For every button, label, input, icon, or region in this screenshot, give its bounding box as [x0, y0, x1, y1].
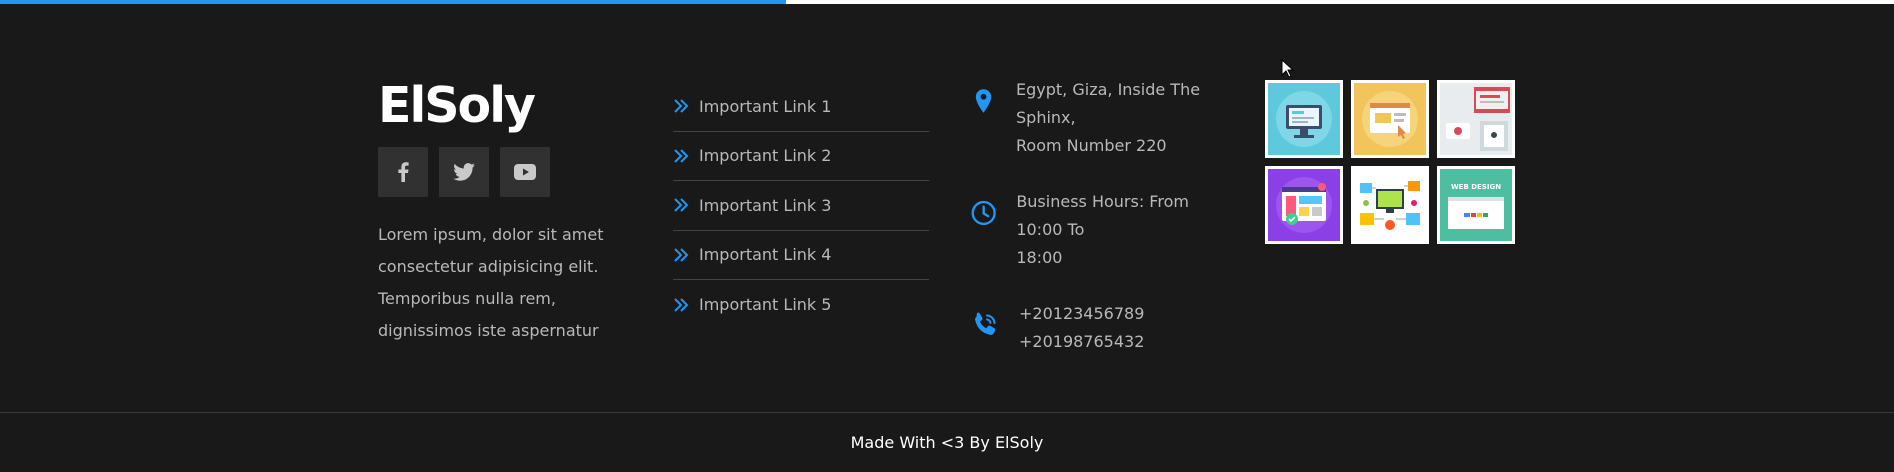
footer-link-label: Important Link 5	[699, 295, 832, 315]
youtube-link[interactable]	[500, 147, 550, 197]
clock-icon	[971, 200, 996, 226]
phone-number-1[interactable]: +20123456789	[1019, 300, 1144, 328]
gallery-image-web-ui[interactable]	[1265, 166, 1343, 244]
footer-link-4[interactable]: Important Link 4	[673, 231, 929, 280]
twitter-icon	[453, 163, 475, 181]
double-chevron-right-icon	[674, 248, 689, 262]
copyright-text: Made With <3 By ElSoly	[850, 433, 1044, 452]
contact-phones: +20123456789 +20198765432	[970, 300, 1240, 356]
gallery-image-web-design[interactable]: WEB DESIGN	[1437, 166, 1515, 244]
footer-link-label: Important Link 4	[699, 245, 832, 265]
double-chevron-right-icon	[674, 99, 689, 113]
svg-text:WEB DESIGN: WEB DESIGN	[1451, 183, 1501, 191]
footer-link-1[interactable]: Important Link 1	[673, 82, 929, 132]
hours-line-2: 18:00	[1016, 248, 1063, 267]
twitter-link[interactable]	[439, 147, 489, 197]
contact-address: Egypt, Giza, Inside The Sphinx, Room Num…	[970, 76, 1240, 160]
footer-bottom-bar: Made With <3 By ElSoly	[0, 412, 1894, 472]
mouse-cursor-icon	[1281, 59, 1295, 78]
footer-link-label: Important Link 2	[699, 146, 832, 166]
address-line-2: Room Number 220	[1016, 136, 1167, 155]
facebook-icon	[398, 162, 409, 182]
double-chevron-right-icon	[674, 298, 689, 312]
address-line-1: Egypt, Giza, Inside The Sphinx,	[1016, 80, 1201, 127]
hours-line-1: Business Hours: From 10:00 To	[1016, 192, 1189, 239]
phone-icon	[975, 312, 996, 335]
footer-link-5[interactable]: Important Link 5	[673, 280, 929, 330]
social-links	[378, 147, 628, 197]
footer-link-label: Important Link 3	[699, 195, 832, 215]
site-footer: ElSoly Lorem ipsum, dolor sit amet conse…	[0, 4, 1894, 412]
footer-links-column: Important Link 1 Important Link 2 Import…	[673, 82, 929, 330]
double-chevron-right-icon	[674, 149, 689, 163]
location-pin-icon	[975, 89, 992, 113]
footer-link-2[interactable]: Important Link 2	[673, 132, 929, 181]
gallery-image-devices[interactable]	[1351, 166, 1429, 244]
youtube-icon	[514, 164, 536, 180]
contact-hours: Business Hours: From 10:00 To 18:00	[970, 188, 1240, 272]
gallery-image-browser-window[interactable]	[1351, 80, 1429, 158]
footer-about-text: Lorem ipsum, dolor sit amet consectetur …	[378, 225, 604, 340]
footer-link-3[interactable]: Important Link 3	[673, 181, 929, 231]
double-chevron-right-icon	[674, 198, 689, 212]
footer-link-label: Important Link 1	[699, 96, 832, 116]
footer-brand-column: ElSoly Lorem ipsum, dolor sit amet conse…	[378, 76, 628, 347]
footer-contact-column: Egypt, Giza, Inside The Sphinx, Room Num…	[970, 76, 1240, 384]
facebook-link[interactable]	[378, 147, 428, 197]
gallery-image-desk-workspace[interactable]	[1437, 80, 1515, 158]
footer-logo[interactable]: ElSoly	[378, 76, 628, 136]
phone-number-2[interactable]: +20198765432	[1019, 328, 1144, 356]
footer-gallery: WEB DESIGN	[1265, 80, 1515, 244]
gallery-image-monitor[interactable]	[1265, 80, 1343, 158]
